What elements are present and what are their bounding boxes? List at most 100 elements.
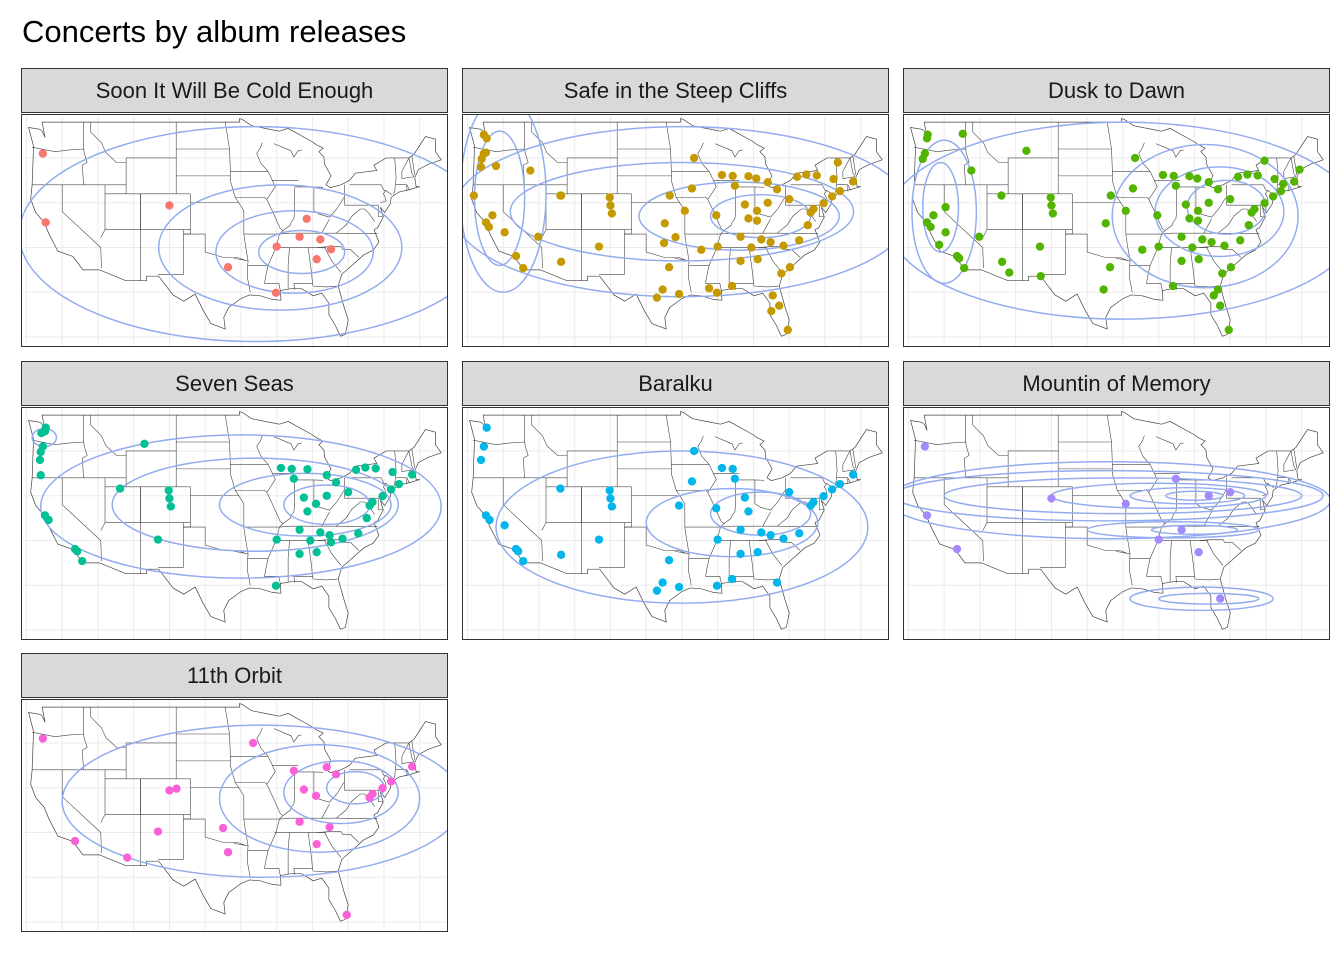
concert-point [325,530,334,540]
concert-point [766,237,775,247]
state-boundary [723,187,736,231]
state-boundary [90,122,127,163]
concert-point [727,281,737,291]
concert-point [763,198,772,207]
concert-point [326,538,336,547]
concert-point [299,493,309,502]
concert-point [351,465,361,474]
concert-point [752,216,762,225]
concert-point [526,166,535,175]
concert-point [311,791,321,800]
concert-point [929,211,938,220]
concert-point [671,233,680,242]
concert-point [717,463,727,473]
concert-point [165,494,174,503]
concert-point [153,535,163,544]
concert-point [153,827,163,836]
state-boundary [720,232,819,235]
concert-point [1185,214,1194,223]
concert-point [165,786,174,795]
concert-point [223,848,233,857]
concert-point [659,238,669,248]
concert-point [476,455,486,465]
state-boundary [972,415,1009,456]
state-boundary [408,742,415,762]
concert-point [477,154,486,164]
concert-point [38,734,48,743]
concert-point [1121,206,1130,215]
state-boundary [1164,480,1177,524]
concert-point [1169,171,1178,181]
concert-point [514,547,523,556]
concert-point [1216,301,1225,310]
concert-point [783,325,792,335]
concert-point [322,491,331,500]
concert-point [736,525,745,534]
state-boundary [324,832,342,858]
concert-point [689,446,699,456]
concert-point [1244,220,1253,230]
state-boundary [349,184,393,195]
state-boundary [943,477,984,562]
concert-point [744,214,753,223]
concert-point [1278,179,1288,189]
concert-point [757,235,766,244]
concert-point [556,484,565,493]
concert-point [833,158,842,167]
concert-point [744,507,753,516]
concert-point [272,535,281,544]
state-boundary [522,415,529,478]
state-boundary [1164,187,1177,231]
map-panel-2 [462,114,889,347]
concert-point [997,257,1007,267]
concert-point [295,549,304,559]
concert-point [322,470,331,480]
concert-point [41,218,50,227]
concert-point [607,502,617,511]
state-boundary [1169,540,1172,582]
concert-point [479,442,489,451]
density-contour [1111,143,1299,289]
concert-point [736,256,745,266]
concert-point [303,465,312,474]
concert-point [775,301,784,310]
concert-point [295,232,304,241]
state-boundary [1065,229,1127,261]
concert-point [960,263,969,273]
state-boundary [279,525,378,528]
state-boundary [312,868,338,873]
concert-point [386,485,396,494]
concert-point [819,492,828,501]
concert-point [331,770,341,779]
concert-point [1213,185,1223,194]
concert-point [922,134,932,143]
concert-point [36,447,45,457]
state-boundary [100,769,106,823]
concert-point [753,254,762,264]
state-boundary [321,803,330,819]
density-contour [1157,592,1260,605]
state-boundary [1206,540,1224,566]
concert-point [812,171,821,180]
concert-point [338,534,347,543]
state-boundary [100,184,106,238]
state-boundary [100,477,106,531]
state-boundary [1206,247,1224,273]
concert-point [941,228,950,237]
concert-point [785,263,795,272]
concert-point [1177,232,1186,241]
us-outline [28,703,442,922]
concert-point [955,254,964,263]
concert-point [354,529,363,538]
concert-point [312,254,321,264]
concert-point [926,222,935,232]
concert-point [500,228,509,237]
state-boundary [183,814,245,846]
concert-point [1130,153,1140,163]
concert-point [658,578,667,587]
concert-point [1121,499,1130,508]
concert-point [687,477,697,486]
concert-point [747,243,756,252]
facet-panel: Baralku [462,361,889,640]
state-boundary [344,769,384,802]
